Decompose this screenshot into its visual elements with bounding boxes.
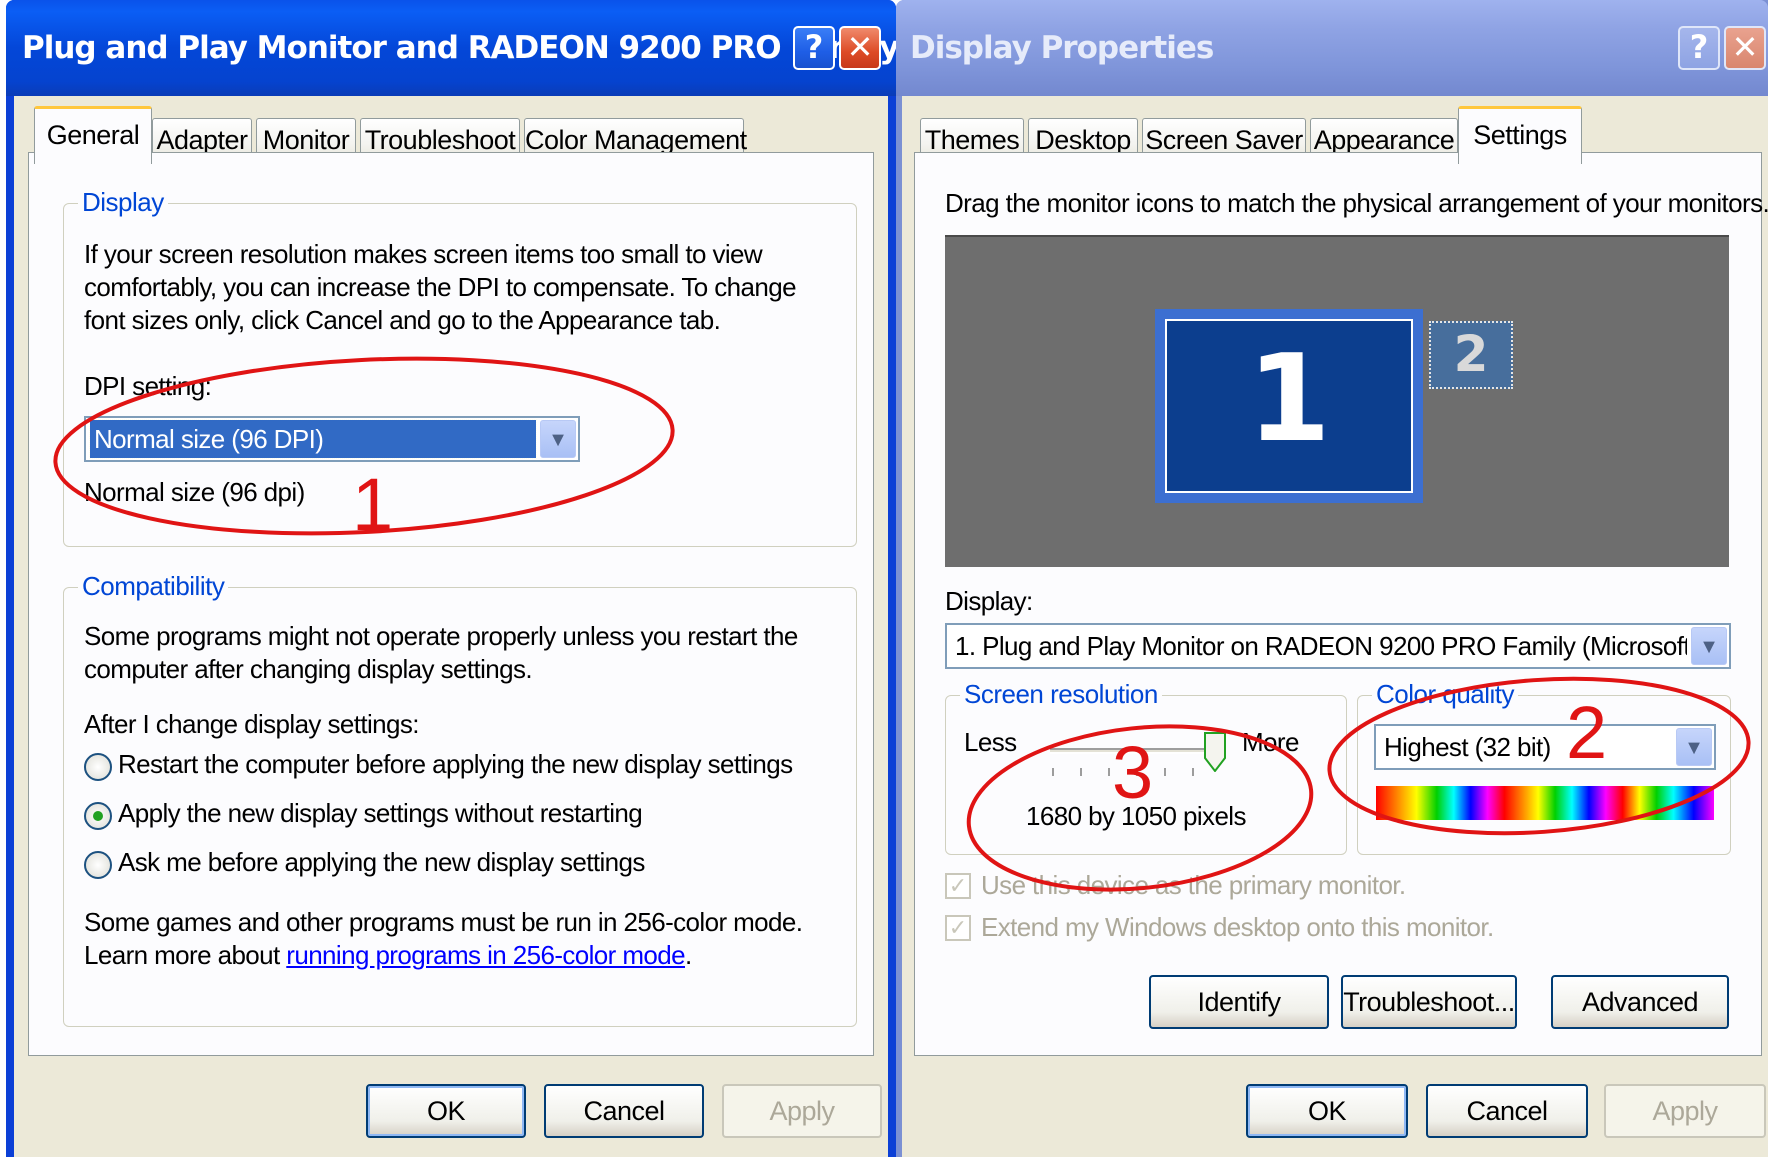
slider-tick xyxy=(1164,768,1166,776)
color-quality-value: Highest (32 bit) xyxy=(1384,732,1551,762)
color-spectrum-bar xyxy=(1376,786,1714,820)
dialog-client: General Adapter Monitor Troubleshoot Col… xyxy=(14,96,888,1157)
display-description-line-2: comfortably, you can increase the DPI to… xyxy=(84,272,797,302)
slider-tick xyxy=(1192,768,1194,776)
dpi-setting-dropdown[interactable]: Normal size (96 DPI) ▼ xyxy=(84,416,580,462)
arrangement-instruction: Drag the monitor icons to match the phys… xyxy=(945,188,1768,218)
after-change-label: After I change display settings: xyxy=(84,709,419,739)
general-tab-panel: Display If your screen resolution makes … xyxy=(28,152,874,1056)
dpi-setting-label: DPI setting: xyxy=(84,371,212,401)
help-button[interactable]: ? xyxy=(1678,26,1720,70)
display-description-line-3: font sizes only, click Cancel and go to … xyxy=(84,305,721,335)
monitor-properties-window: Plug and Play Monitor and RADEON 9200 PR… xyxy=(6,0,942,1157)
ok-button[interactable]: OK xyxy=(366,1084,526,1138)
cancel-button[interactable]: Cancel xyxy=(1426,1084,1588,1138)
color-quality-dropdown[interactable]: Highest (32 bit) ▼ xyxy=(1374,724,1716,770)
cancel-button[interactable]: Cancel xyxy=(544,1084,704,1138)
color-quality-label: Color quality xyxy=(1372,679,1519,710)
radio-apply-without-restart[interactable] xyxy=(84,802,112,830)
games-note-prefix: Learn more about xyxy=(84,940,287,970)
dialog-client: Themes Desktop Screen Saver Appearance S… xyxy=(902,96,1768,1157)
display-value: 1. Plug and Play Monitor on RADEON 9200 … xyxy=(955,631,1687,661)
display-group-label: Display xyxy=(78,187,168,218)
extend-desktop-label[interactable]: Extend my Windows desktop onto this moni… xyxy=(981,911,1494,944)
annotation-number-2: 2 xyxy=(1566,691,1608,774)
radio-ask-me[interactable] xyxy=(84,851,112,879)
window-title: Display Properties xyxy=(910,30,1214,66)
monitor-2-icon[interactable]: 2 xyxy=(1429,321,1513,389)
tab-settings[interactable]: Settings xyxy=(1458,106,1582,164)
chevron-down-icon[interactable]: ▼ xyxy=(1691,627,1727,665)
radio-apply-without-restart-label[interactable]: Apply the new display settings without r… xyxy=(118,797,643,830)
running-256-color-link[interactable]: running programs in 256-color mode xyxy=(286,940,685,970)
advanced-button[interactable]: Advanced xyxy=(1551,975,1729,1029)
monitor-1-icon[interactable]: 1 xyxy=(1155,309,1423,503)
display-dropdown[interactable]: 1. Plug and Play Monitor on RADEON 9200 … xyxy=(945,623,1731,669)
title-bar[interactable]: Display Properties ? ✕ xyxy=(896,0,1768,96)
extend-desktop-checkbox[interactable]: ✓ xyxy=(945,915,971,941)
apply-button[interactable]: Apply xyxy=(722,1084,882,1138)
title-bar[interactable]: Plug and Play Monitor and RADEON 9200 PR… xyxy=(6,0,942,96)
color-quality-group: Color quality Highest (32 bit) ▼ xyxy=(1357,679,1731,855)
radio-restart-computer-label[interactable]: Restart the computer before applying the… xyxy=(118,748,793,781)
dpi-caption: Normal size (96 dpi) xyxy=(84,477,305,507)
games-note-line-1: Some games and other programs must be ru… xyxy=(84,907,803,937)
compatibility-group: Compatibility Some programs might not op… xyxy=(63,571,857,1027)
ok-button[interactable]: OK xyxy=(1246,1084,1408,1138)
slider-tick xyxy=(1080,768,1082,776)
slider-tick xyxy=(1052,768,1054,776)
annotation-number-3: 3 xyxy=(1112,731,1154,814)
compatibility-group-label: Compatibility xyxy=(78,571,229,602)
screen-resolution-label: Screen resolution xyxy=(960,679,1162,710)
primary-monitor-label[interactable]: Use this device as the primary monitor. xyxy=(981,869,1406,902)
close-button[interactable]: ✕ xyxy=(1724,26,1766,70)
identify-button[interactable]: Identify xyxy=(1149,975,1329,1029)
primary-monitor-checkbox[interactable]: ✓ xyxy=(945,873,971,899)
tab-general[interactable]: General xyxy=(34,106,152,164)
radio-restart-computer[interactable] xyxy=(84,753,112,781)
resolution-more-label: More xyxy=(1242,727,1299,757)
chevron-down-icon[interactable]: ▼ xyxy=(540,420,576,458)
apply-button[interactable]: Apply xyxy=(1604,1084,1766,1138)
slider-tick xyxy=(1108,768,1110,776)
settings-tab-panel: Drag the monitor icons to match the phys… xyxy=(914,152,1768,1056)
help-button[interactable]: ? xyxy=(793,26,835,70)
chevron-down-icon[interactable]: ▼ xyxy=(1676,728,1712,766)
display-label: Display: xyxy=(945,586,1033,616)
display-description-line-1: If your screen resolution makes screen i… xyxy=(84,239,763,269)
monitor-1-number: 1 xyxy=(1165,319,1413,493)
compat-description-line-2: computer after changing display settings… xyxy=(84,654,533,684)
games-note-line-2: Learn more about running programs in 256… xyxy=(84,939,692,972)
monitor-arrangement-area[interactable]: 1 2 xyxy=(945,235,1729,567)
resolution-slider-thumb[interactable] xyxy=(1204,732,1226,772)
resolution-less-label: Less xyxy=(964,727,1017,757)
dpi-setting-value: Normal size (96 DPI) xyxy=(89,419,537,459)
troubleshoot-button[interactable]: Troubleshoot... xyxy=(1341,975,1517,1029)
display-group: Display If your screen resolution makes … xyxy=(63,187,857,547)
games-note-suffix: . xyxy=(685,940,692,970)
close-button[interactable]: ✕ xyxy=(839,26,881,70)
radio-ask-me-label[interactable]: Ask me before applying the new display s… xyxy=(118,846,645,879)
display-properties-window: Display Properties ? ✕ Themes Desktop Sc… xyxy=(896,0,1768,1157)
compat-description-line-1: Some programs might not operate properly… xyxy=(84,621,798,651)
annotation-number-1: 1 xyxy=(352,463,394,546)
